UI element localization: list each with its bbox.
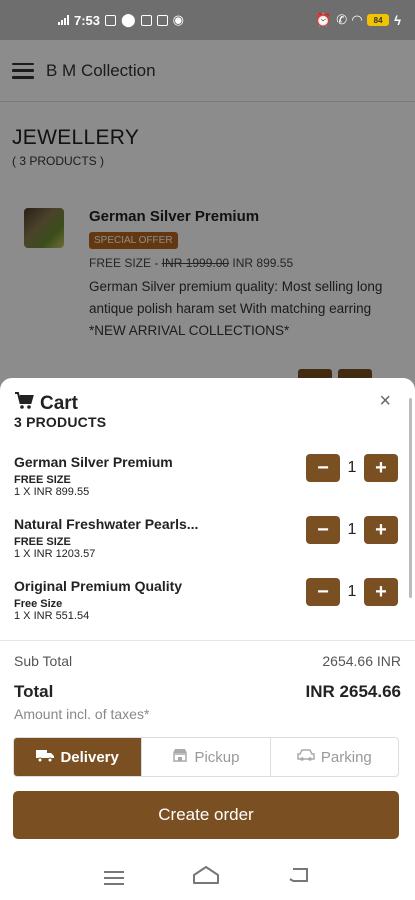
status-bar: 7:53 ⬤ ◉ ⏰ ✆ ◠ 84 ϟ — [0, 0, 415, 40]
alarm-icon: ⏰ — [315, 12, 332, 27]
decrease-button[interactable]: − — [306, 516, 340, 544]
battery-icon: 84 — [367, 14, 390, 26]
truck-icon — [36, 749, 55, 766]
status-left: 7:53 ⬤ ◉ — [58, 12, 184, 28]
total-label: Total — [14, 682, 54, 701]
cart-sheet: Cart 3 PRODUCTS × German Silver Premium … — [0, 378, 415, 900]
cart-title: Cart — [40, 392, 79, 414]
increase-button[interactable]: + — [364, 516, 398, 544]
system-nav-bar — [0, 856, 415, 900]
quantity-value: 1 — [347, 521, 357, 538]
tab-parking[interactable]: Parking — [271, 738, 398, 776]
call-icon: ✆ — [336, 12, 348, 27]
cart-header: Cart — [14, 392, 78, 415]
back-icon[interactable] — [289, 866, 311, 890]
quantity-value: 1 — [347, 459, 357, 476]
increase-button[interactable]: + — [364, 578, 398, 606]
charging-icon: ϟ — [394, 12, 401, 28]
home-icon[interactable] — [192, 865, 220, 891]
total-row: Total INR 2654.66 — [14, 682, 401, 702]
create-order-button[interactable]: Create order — [13, 791, 399, 839]
quantity-stepper: − 1 + — [306, 454, 398, 482]
quantity-stepper: − 1 + — [306, 516, 398, 544]
instagram-icon — [105, 14, 117, 26]
total-value: INR 2654.66 — [305, 682, 401, 701]
decrease-button[interactable]: − — [306, 454, 340, 482]
car-icon — [297, 748, 315, 766]
tab-parking-label: Parking — [320, 748, 372, 766]
store-icon — [172, 748, 188, 766]
tab-delivery[interactable]: Delivery — [14, 738, 143, 776]
message-icon — [140, 14, 152, 26]
cart-item: Original Premium Quality Free Size 1 X I… — [14, 578, 401, 638]
tab-pickup-label: Pickup — [194, 748, 240, 766]
tab-pickup[interactable]: Pickup — [142, 738, 271, 776]
location-icon: ⬤ — [121, 12, 136, 27]
scrollbar[interactable] — [409, 398, 412, 598]
cart-icon — [14, 392, 34, 415]
signal-icon — [58, 15, 69, 25]
quantity-stepper: − 1 + — [306, 578, 398, 606]
subtotal-value: 2654.66 INR — [322, 653, 401, 669]
increase-button[interactable]: + — [364, 454, 398, 482]
divider — [0, 640, 415, 641]
decrease-button[interactable]: − — [306, 578, 340, 606]
facebook-icon — [156, 14, 168, 26]
tab-delivery-label: Delivery — [60, 748, 119, 766]
cart-product-count: 3 PRODUCTS — [14, 414, 107, 430]
cart-item-price: 1 X INR 551.54 — [14, 610, 90, 622]
cart-item: Natural Freshwater Pearls... FREE SIZE 1… — [14, 516, 401, 576]
tax-note: Amount incl. of taxes* — [14, 706, 150, 722]
cart-item-price: 1 X INR 1203.57 — [14, 548, 96, 560]
quantity-value: 1 — [347, 583, 357, 600]
status-time: 7:53 — [74, 12, 101, 28]
notification-icon: ◉ — [172, 12, 184, 27]
wifi-icon: ◠ — [352, 12, 363, 27]
status-right: ⏰ ✆ ◠ 84 ϟ — [315, 12, 401, 28]
fulfillment-mode-selector: Delivery Pickup Parking — [13, 737, 399, 777]
subtotal-label: Sub Total — [14, 653, 73, 669]
cart-item: German Silver Premium FREE SIZE 1 X INR … — [14, 454, 401, 514]
cart-item-price: 1 X INR 899.55 — [14, 486, 90, 498]
close-icon[interactable]: × — [379, 390, 391, 413]
recent-apps-icon[interactable] — [104, 871, 125, 885]
subtotal-row: Sub Total 2654.66 INR — [14, 653, 401, 669]
